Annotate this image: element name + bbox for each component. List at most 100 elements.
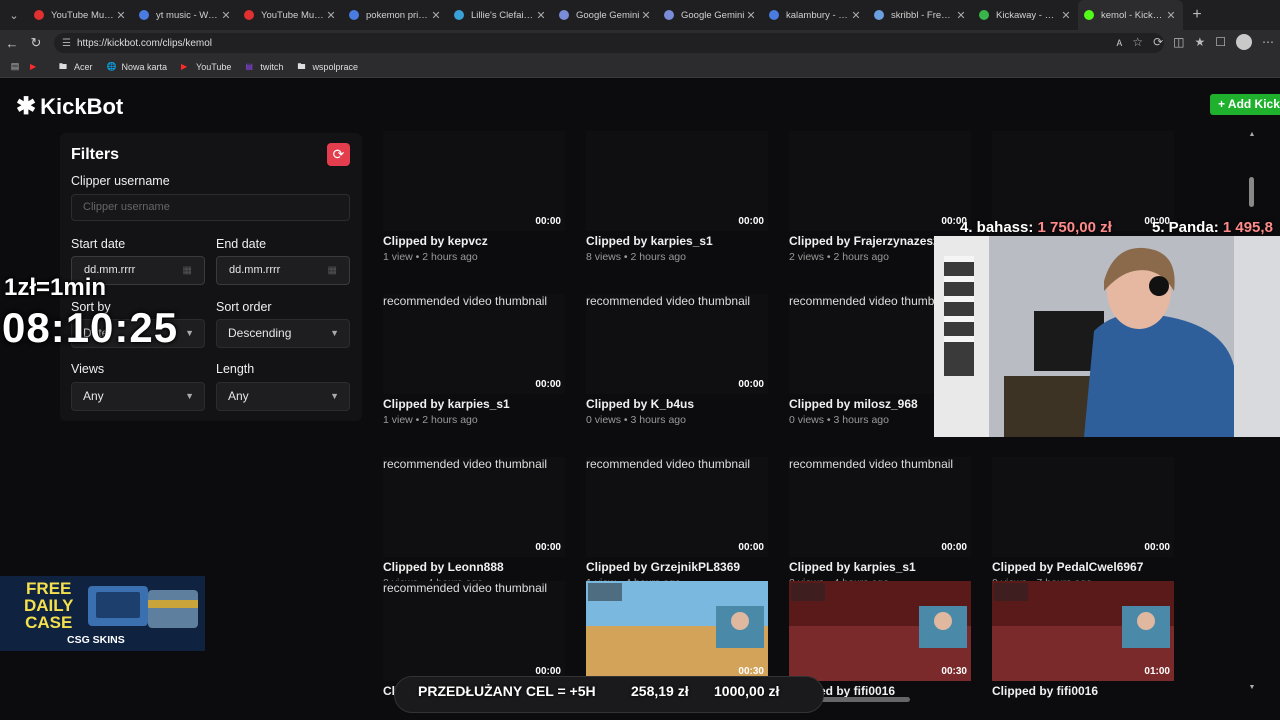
- address-bar[interactable]: ☰ https://kickbot.com/clips/kemol: [54, 33, 1164, 53]
- close-icon[interactable]: ✕: [430, 9, 442, 22]
- clip-card[interactable]: recommended video thumbnail 00:00 Clipped …: [383, 294, 565, 444]
- tab-list-chevron-icon[interactable]: ⌄: [0, 0, 28, 30]
- close-icon[interactable]: ✕: [535, 9, 547, 22]
- tab-title: kemol - KickBot: [1101, 9, 1165, 21]
- clip-thumbnail[interactable]: recommended video thumbnail00:00: [383, 457, 565, 557]
- calendar-icon[interactable]: ▦: [328, 257, 337, 284]
- profile-avatar[interactable]: [1236, 34, 1252, 50]
- close-icon[interactable]: ✕: [115, 9, 127, 22]
- browser-tab[interactable]: Lillie's Clefairy Ex✕: [448, 0, 553, 30]
- clip-title[interactable]: Clipped by karpies_s1: [586, 234, 713, 248]
- site-info-icon[interactable]: ☰: [62, 38, 71, 49]
- reload-icon[interactable]: ↻: [24, 35, 48, 51]
- clip-thumbnail[interactable]: 00:30: [789, 581, 971, 681]
- clip-card[interactable]: recommended video thumbnail 00:00 Clipped …: [586, 294, 768, 444]
- browser-tab[interactable]: kemol - KickBot ✕: [1078, 0, 1183, 30]
- calendar-icon[interactable]: ▦: [183, 257, 192, 284]
- new-tab-button[interactable]: +: [1183, 6, 1211, 24]
- bookmark-item[interactable]: 🖿 wspolprace: [297, 62, 358, 72]
- clip-thumbnail[interactable]: 00:00: [383, 131, 565, 231]
- clip-thumbnail[interactable]: recommended video thumbnail00:00: [383, 294, 565, 394]
- clip-title[interactable]: Clipped by milosz_968: [789, 397, 918, 411]
- clip-title[interactable]: Clipped by K_b4us: [586, 397, 694, 411]
- scrollbar-thumb[interactable]: [1249, 177, 1254, 207]
- youtube-icon: ▶: [181, 61, 188, 71]
- sort-order-select[interactable]: Descending ▼: [216, 319, 350, 348]
- extensions-icon[interactable]: ⟳: [1153, 35, 1163, 49]
- clip-thumbnail[interactable]: recommended video thumbnail00:00: [789, 457, 971, 557]
- close-icon[interactable]: ✕: [1165, 9, 1177, 22]
- more-menu-icon[interactable]: ⋯: [1262, 35, 1274, 49]
- clip-thumbnail[interactable]: 01:00: [992, 581, 1174, 681]
- scroll-down-icon[interactable]: ▼: [1247, 684, 1257, 691]
- bookmark-item[interactable]: 🖿 Acer: [59, 62, 93, 72]
- favorites-icon[interactable]: ★: [1194, 35, 1205, 49]
- close-icon[interactable]: ✕: [640, 9, 652, 22]
- clip-title[interactable]: Clipped by kepvcz: [383, 234, 488, 248]
- close-icon[interactable]: ✕: [850, 9, 862, 22]
- clip-thumbnail[interactable]: 00:00: [992, 131, 1174, 231]
- views-value: Any: [83, 389, 104, 403]
- clip-title[interactable]: Clipped by karpies_s1: [383, 397, 510, 411]
- leaderboard-entry-4: 4. bahass: 1 750,00 zł: [960, 219, 1112, 236]
- tab-favicon-icon: [979, 10, 989, 20]
- leader-name: 4. bahass:: [960, 219, 1034, 236]
- bookmark-item[interactable]: 🌐 Nowa karta: [107, 62, 168, 72]
- clip-title[interactable]: Clipped by PedalCwel6967: [992, 560, 1143, 574]
- end-date-input[interactable]: dd.mm.rrrr ▦: [216, 256, 350, 285]
- clip-duration: 01:00: [1144, 666, 1170, 677]
- address-url: https://kickbot.com/clips/kemol: [76, 37, 213, 49]
- leaderboard-entry-5: 5. Panda: 1 495,8: [1152, 219, 1273, 236]
- split-screen-icon[interactable]: ◫: [1173, 35, 1184, 49]
- tab-title: Google Gemini: [681, 9, 745, 21]
- browser-tab[interactable]: Google Gemini ✕: [553, 0, 658, 30]
- clip-thumbnail[interactable]: 00:00: [992, 457, 1174, 557]
- browser-tab[interactable]: yt music - Wyszukaj✕: [133, 0, 238, 30]
- length-select[interactable]: Any ▼: [216, 382, 350, 411]
- clip-card[interactable]: 00:00 Clipped by karpies_s1 8 views • 2 ho…: [586, 131, 768, 281]
- folder-icon: 🖿: [297, 61, 306, 71]
- clip-title[interactable]: Clipped by Leonn888: [383, 560, 504, 574]
- clip-title[interactable]: Clipped by karpies_s1: [789, 560, 916, 574]
- browser-tab[interactable]: Kickaway - Kick G✕: [973, 0, 1078, 30]
- close-icon[interactable]: ✕: [955, 9, 967, 22]
- tab-favicon-icon: [664, 10, 674, 20]
- close-icon[interactable]: ✕: [1060, 9, 1072, 22]
- leader-amount: 1 750,00 zł: [1037, 219, 1112, 236]
- reset-filters-button[interactable]: ⟳: [327, 143, 350, 166]
- clip-thumbnail[interactable]: recommended video thumbnail00:00: [586, 294, 768, 394]
- bookmark-item[interactable]: ▤ twitch: [245, 62, 283, 72]
- back-icon[interactable]: ←: [0, 36, 24, 51]
- browser-tab[interactable]: YouTube Music ✕: [28, 0, 133, 30]
- browser-tab[interactable]: pokemon price - ✕: [343, 0, 448, 30]
- clipper-username-label: Clipper username: [71, 174, 170, 188]
- bookmark-item[interactable]: ▶: [30, 62, 45, 72]
- close-icon[interactable]: ✕: [220, 9, 232, 22]
- clipper-username-input[interactable]: Clipper username: [71, 194, 350, 221]
- sidebar-toggle-icon[interactable]: ▤: [0, 61, 30, 72]
- add-kickbot-button[interactable]: + Add KickBot: [1210, 94, 1280, 115]
- clip-duration: 00:00: [535, 379, 561, 390]
- clip-card[interactable]: 00:00 Clipped by kepvcz 1 view • 2 hours a…: [383, 131, 565, 281]
- clip-title[interactable]: Clipped by GrzejnikPL8369: [586, 560, 740, 574]
- browser-tab[interactable]: Google Gemini ✕: [658, 0, 763, 30]
- views-select[interactable]: Any ▼: [71, 382, 205, 411]
- scroll-up-icon[interactable]: ▲: [1247, 131, 1257, 138]
- close-icon[interactable]: ✕: [745, 9, 757, 22]
- clip-thumbnail[interactable]: recommended video thumbnail00:00: [383, 581, 565, 681]
- clip-thumbnail[interactable]: recommended video thumbnail00:00: [586, 457, 768, 557]
- clip-thumbnail[interactable]: 00:30: [586, 581, 768, 681]
- site-logo[interactable]: ✱ KickBot: [16, 92, 123, 121]
- tab-favicon-icon: [769, 10, 779, 20]
- close-icon[interactable]: ✕: [325, 9, 337, 22]
- collections-icon[interactable]: ☐: [1215, 35, 1226, 49]
- browser-tab[interactable]: YouTube Music ✕: [238, 0, 343, 30]
- browser-tab[interactable]: skribbl - Free Mu✕: [868, 0, 973, 30]
- clip-thumbnail[interactable]: 00:00: [789, 131, 971, 231]
- clip-thumbnail[interactable]: 00:00: [586, 131, 768, 231]
- bookmark-star-icon[interactable]: ☆: [1132, 35, 1143, 49]
- translate-icon[interactable]: ᴀ: [1116, 35, 1122, 49]
- browser-tab[interactable]: kalambury - Wyszukaj✕: [763, 0, 868, 30]
- ad-line: CASE: [25, 613, 73, 632]
- bookmark-item[interactable]: ▶ YouTube: [181, 62, 231, 72]
